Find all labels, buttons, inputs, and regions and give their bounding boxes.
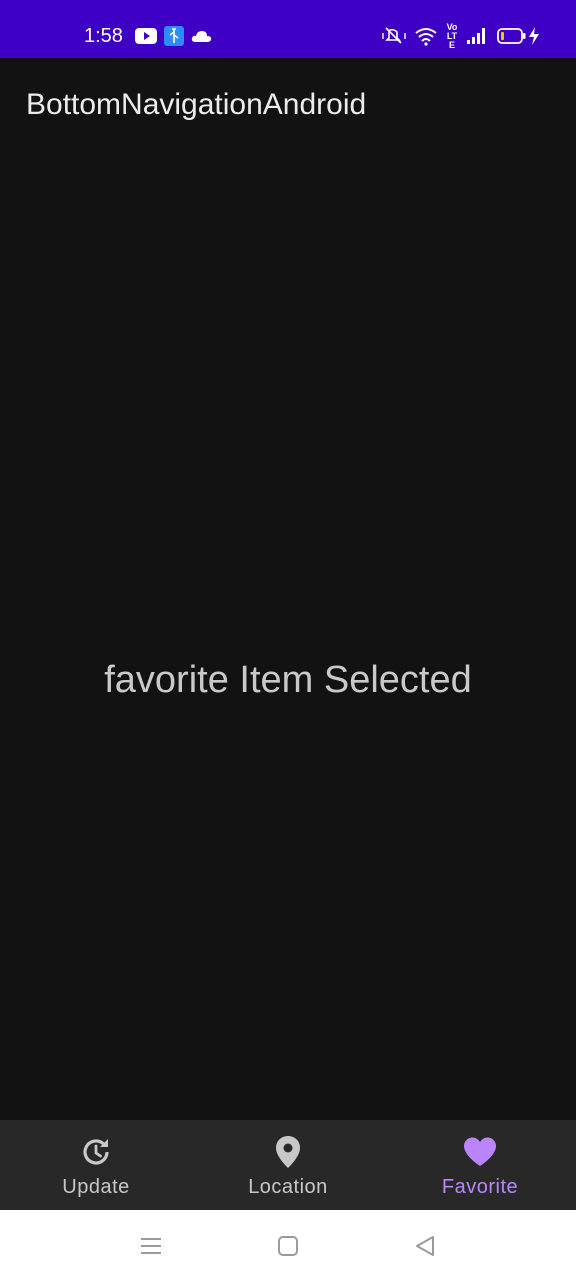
volte-icon: Vo LTE [444, 21, 460, 50]
status-time: 1:58 [84, 25, 123, 47]
status-bar: 1:58 Vo LTE [0, 0, 576, 58]
nav-item-update[interactable]: Update [0, 1120, 192, 1210]
signal-icon [466, 24, 488, 48]
nav-item-location[interactable]: Location [192, 1120, 384, 1210]
usb-debug-icon [164, 24, 184, 48]
content-area: favorite Item Selected [0, 150, 576, 1120]
update-clock-icon [78, 1134, 114, 1170]
nav-item-favorite[interactable]: Favorite [384, 1120, 576, 1210]
battery-icon [497, 24, 527, 48]
nav-label-favorite: Favorite [441, 1176, 519, 1198]
selected-item-message: favorite Item Selected [104, 659, 472, 701]
system-navigation-bar [0, 1210, 576, 1280]
location-pin-icon [270, 1134, 306, 1170]
mute-icon [381, 24, 407, 48]
menu-icon[interactable] [137, 1232, 165, 1260]
youtube-icon [135, 24, 157, 48]
volte-text: Vo LTE [446, 21, 458, 50]
nav-label-update: Update [62, 1176, 130, 1198]
nav-label-location: Location [248, 1176, 328, 1198]
charging-icon [527, 24, 541, 48]
wifi-icon [414, 24, 438, 48]
heart-icon [462, 1134, 498, 1170]
app-bar: BottomNavigationAndroid [0, 58, 576, 150]
bottom-navigation: Update Location Favorite [0, 1120, 576, 1210]
back-icon[interactable] [411, 1232, 439, 1260]
app-title: BottomNavigationAndroid [26, 88, 367, 121]
cloud-icon [191, 24, 213, 48]
home-icon[interactable] [274, 1232, 302, 1260]
